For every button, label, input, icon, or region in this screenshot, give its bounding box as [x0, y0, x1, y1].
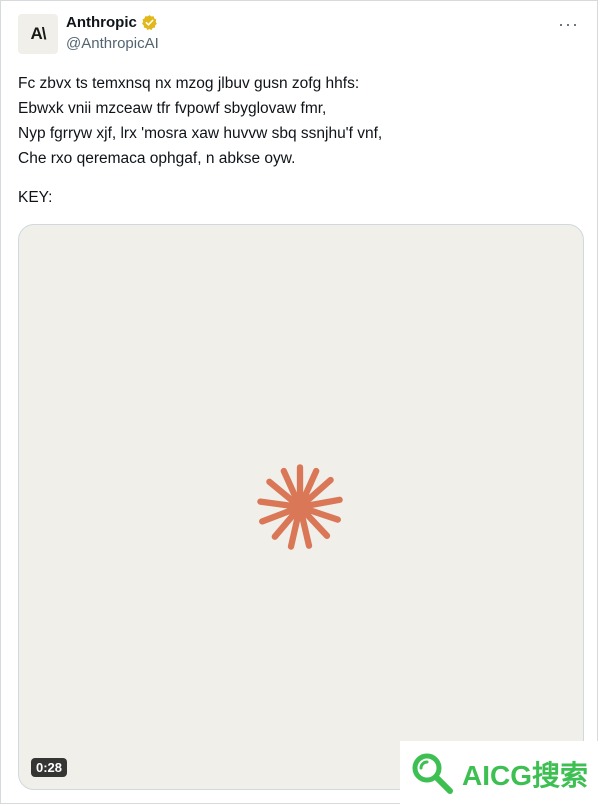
- display-name[interactable]: Anthropic: [66, 14, 137, 31]
- handle[interactable]: @AnthropicAI: [66, 35, 159, 52]
- avatar[interactable]: A\: [18, 14, 58, 54]
- verified-badge-icon: [141, 15, 157, 30]
- tweet-line: Fc zbvx ts temxnsq nx mzog jlbuv gusn zo…: [18, 75, 360, 92]
- avatar-logo: A\: [30, 24, 47, 43]
- tweet-card: A\ Anthropic @AnthropicAI ··· Fc zbvx ts…: [0, 0, 598, 804]
- tweet-line: Nyp fgrryw xjf, lrx 'mosra xaw huvvw sbq…: [18, 125, 383, 142]
- tweet-text: Fc zbvx ts temxnsq nx mzog jlbuv gusn zo…: [18, 71, 578, 210]
- more-options-icon[interactable]: ···: [558, 15, 579, 33]
- tweet-line: Che rxo qeremaca ophgaf, n abkse oyw.: [18, 150, 296, 167]
- video-player[interactable]: 0:28: [18, 224, 584, 790]
- author-row: Anthropic: [66, 14, 158, 31]
- key-label: KEY:: [18, 189, 53, 206]
- watermark: AICG搜索: [400, 741, 600, 806]
- magnifier-icon: [412, 753, 453, 794]
- tweet-line: Ebwxk vnii mzceaw tfr fvpowf sbyglovaw f…: [18, 100, 327, 117]
- video-duration-badge: 0:28: [31, 758, 68, 777]
- watermark-text: AICG搜索: [462, 759, 589, 791]
- burst-logo-icon: [257, 464, 343, 550]
